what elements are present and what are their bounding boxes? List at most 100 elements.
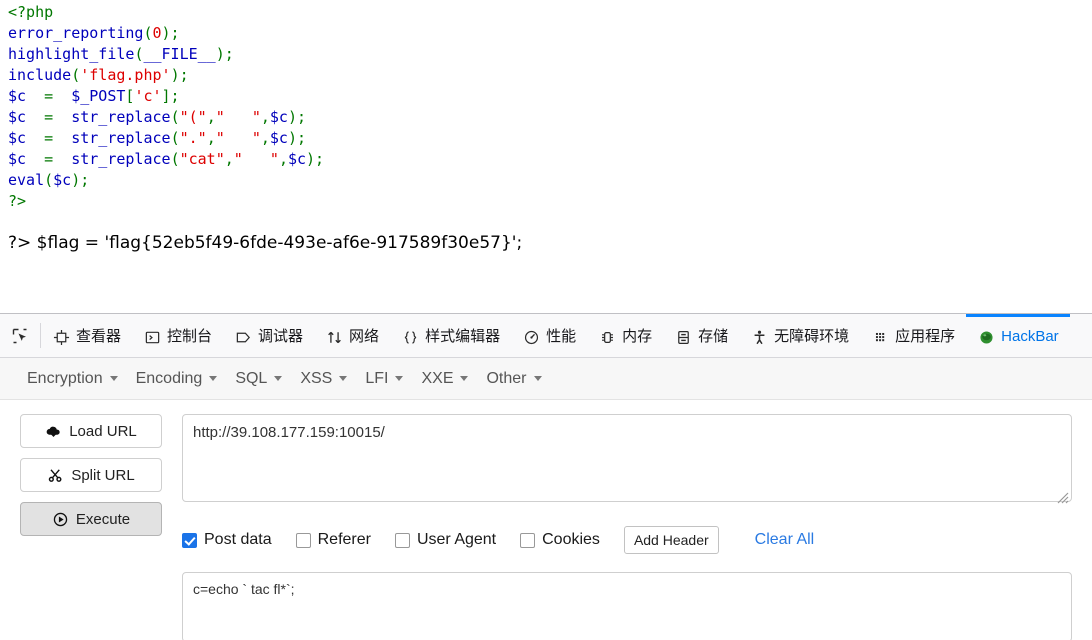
memory-icon [601, 331, 613, 343]
add-header-button[interactable]: Add Header [623, 526, 719, 554]
split-url-button[interactable]: Split URL [20, 458, 162, 492]
style-editor-icon [401, 328, 419, 346]
devtools-tab-label: HackBar [1001, 327, 1059, 345]
code-token: str_replace [71, 129, 171, 147]
devtools-tab-hackbar[interactable]: HackBar [966, 314, 1070, 357]
devtools-tab-storage[interactable]: 存储 [663, 314, 739, 357]
code-token: " " [215, 108, 261, 126]
debugger-icon [236, 332, 250, 342]
hackbar-menu-other[interactable]: Other [477, 365, 550, 393]
code-token: , [260, 129, 270, 147]
storage-icon [674, 328, 692, 346]
checkbox-post-data[interactable]: Post data [182, 531, 272, 549]
hackbar-menu-label: SQL [235, 369, 268, 387]
chevron-down-icon [109, 376, 118, 381]
console-icon [145, 331, 159, 343]
hackbar-menu-label: Other [486, 369, 527, 387]
hackbar-menu-encryption[interactable]: Encryption [18, 365, 127, 393]
devtools-tab-label: 网络 [349, 327, 380, 345]
devtools-panel: 查看器 控制台 调试器 网络 样式编辑器 性能 内存 存储 无障碍环境 应用程序 HackBar E… [0, 313, 1092, 640]
devtools-tab-performance[interactable]: 性能 [511, 314, 587, 357]
clear-all-link[interactable]: Clear All [755, 531, 815, 549]
hackbar-icon [977, 328, 995, 346]
play-icon [52, 511, 69, 528]
devtools-tab-application[interactable]: 应用程序 [860, 314, 966, 357]
performance-icon [524, 330, 538, 344]
checkbox-unchecked-icon[interactable] [295, 532, 311, 548]
code-token: $c [269, 129, 288, 147]
element-picker-button[interactable] [0, 314, 40, 357]
chevron-down-icon [460, 376, 469, 381]
hackbar-menu-label: Encoding [135, 369, 203, 387]
request-options-row: Post data Referer User Agent Cookies Add He… [182, 526, 1072, 554]
code-token: = [26, 108, 72, 126]
hackbar-menu-xss[interactable]: XSS [291, 365, 356, 393]
code-token: ( [44, 171, 54, 189]
checkbox-label: Referer [317, 531, 371, 548]
hackbar-button-label: Load URL [69, 422, 137, 440]
code-token: error_reporting [8, 24, 144, 42]
code-token: ); [306, 150, 325, 168]
code-token: $c [8, 87, 27, 105]
devtools-tab-label: 无障碍环境 [774, 327, 850, 345]
network-icon [325, 328, 343, 346]
hackbar-menu-sql[interactable]: SQL [226, 365, 291, 393]
checkbox-unchecked-icon[interactable] [520, 532, 536, 548]
devtools-tab-label: 控制台 [167, 327, 213, 345]
devtools-tab-console[interactable]: 控制台 [132, 314, 223, 357]
devtools-tab-style-editor[interactable]: 样式编辑器 [390, 314, 511, 357]
code-token: $c [8, 150, 27, 168]
code-token: = [26, 87, 72, 105]
hackbar-panel: Encryption Encoding SQL XSS LFI XXE Other Load… [0, 358, 1092, 640]
checkbox-checked-icon[interactable] [182, 532, 197, 548]
execute-button[interactable]: Execute [20, 502, 162, 536]
url-input[interactable] [182, 414, 1072, 502]
load-url-button[interactable]: Load URL [20, 414, 162, 448]
code-token: "(" [179, 108, 207, 126]
devtools-tab-debugger[interactable]: 调试器 [223, 314, 314, 357]
memory-icon [598, 328, 616, 346]
code-token: $c [287, 150, 307, 168]
code-token: ?> [8, 192, 27, 210]
code-token: " " [233, 150, 279, 168]
code-token: include [8, 66, 72, 84]
hackbar-body: Load URL Split URL Execute Post data Refere… [0, 400, 1092, 640]
accessibility-icon [750, 328, 768, 346]
code-token: eval [8, 171, 45, 189]
hackbar-menu-encoding[interactable]: Encoding [127, 365, 227, 393]
code-token: , [206, 108, 216, 126]
code-token: __FILE__ [143, 45, 216, 63]
code-token: ( [71, 66, 81, 84]
code-token: " " [215, 129, 261, 147]
hackbar-menu-label: Encryption [27, 369, 103, 387]
checkbox-cookies[interactable]: Cookies [520, 531, 600, 549]
code-token: ( [143, 24, 153, 42]
checkbox-unchecked-icon[interactable] [394, 532, 410, 548]
devtools-tab-memory[interactable]: 内存 [587, 314, 663, 357]
code-line: $c = $_POST['c']; [8, 86, 324, 107]
checkbox-user-agent[interactable]: User Agent [394, 531, 497, 549]
code-token: $c [8, 129, 27, 147]
code-token: ); [287, 129, 307, 147]
console-icon [143, 328, 161, 346]
hackbar-button-label: Split URL [71, 466, 135, 484]
application-icon [875, 332, 884, 341]
post-data-input[interactable] [182, 572, 1072, 640]
code-token: 'flag.php' [80, 66, 171, 84]
scissors-icon [49, 468, 62, 482]
checkbox-referer[interactable]: Referer [295, 531, 371, 549]
code-token: ); [161, 24, 180, 42]
devtools-tab-network[interactable]: 网络 [314, 314, 390, 357]
request-checkbox-group: Post data Referer User Agent Cookies [182, 531, 624, 549]
code-token: , [206, 129, 216, 147]
devtools-tab-accessibility[interactable]: 无障碍环境 [739, 314, 860, 357]
hackbar-button-label: Execute [75, 510, 131, 528]
code-line: highlight_file(__FILE__); [8, 44, 324, 65]
checkbox-label: User Agent [416, 531, 497, 548]
network-icon [327, 331, 341, 343]
cloud-download-icon [45, 423, 62, 440]
debugger-icon [234, 328, 252, 346]
hackbar-menu-xxe[interactable]: XXE [412, 365, 477, 393]
hackbar-menu-lfi[interactable]: LFI [356, 365, 412, 393]
devtools-tab-inspector[interactable]: 查看器 [41, 314, 132, 357]
